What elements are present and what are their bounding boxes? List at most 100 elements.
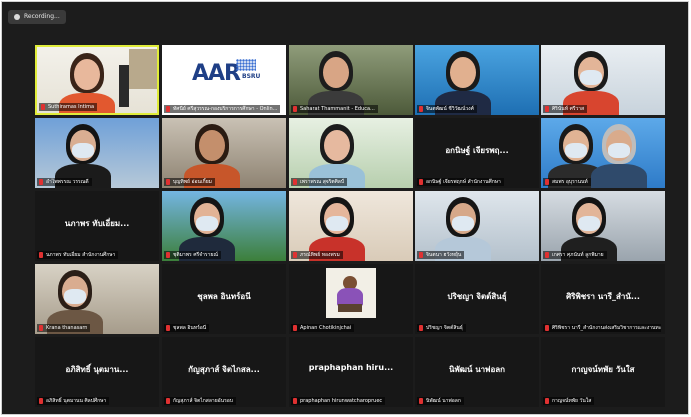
participant-name-label: ทัศนีย์ ศรีสุวรรณ-กองบริการการศึกษา - On…	[164, 105, 281, 113]
participant-name-label: Saharat Thammanit - Educa...	[291, 105, 378, 113]
participant-name: ปริชญา จิตต์สินธุ์	[426, 325, 463, 331]
participant-name: นิพัฒน์ นาพ่อลก	[426, 398, 461, 404]
mic-muted-icon	[39, 252, 43, 258]
participant-name-label: เกศรา ศุภนันท์ ลูกพิมาย	[543, 251, 607, 259]
participant-tile[interactable]: เกศรา ศุภนันท์ ลูกพิมาย	[541, 191, 665, 261]
participant-name: ศิริพิชรา นารี_สำนักงานส่งเสริมวิชาการแล…	[552, 325, 661, 331]
participant-name: บุญทิพย์ อ่อนเกิ้ยม	[173, 179, 212, 185]
participant-name: ชุติมาพร ศรีจำรายณ์	[173, 252, 218, 258]
mic-muted-icon	[166, 325, 170, 331]
mic-muted-icon	[545, 325, 549, 331]
participant-tile[interactable]: Krana thanasarn	[35, 264, 159, 334]
participant-name-label: อำไพพรรณ วรรณดี	[37, 178, 92, 186]
mic-muted-icon	[545, 252, 549, 258]
participant-display-name: ศิริพิชรา นารี_สำนั...	[566, 292, 640, 301]
mic-muted-icon	[41, 104, 45, 110]
mic-muted-icon	[293, 325, 297, 331]
profile-photo	[326, 268, 376, 318]
zoom-meeting-window: Recording... Suthiramas Intima AAR BSRU ทัศ…	[1, 1, 689, 415]
mic-muted-icon	[293, 398, 297, 404]
participant-name-label: อกนิษฐ์ เจียรพฤกษ์ สำนักงานศึกษา	[417, 178, 504, 186]
participant-tile[interactable]: กาญจน์ทพัย วันใส กาญจน์ทพัย วันใส	[541, 337, 665, 407]
participant-name-label: อภิสิทธิ์ นุตมานน ศิลปศึกษา	[37, 397, 110, 405]
mic-muted-icon	[419, 325, 423, 331]
participant-tile[interactable]: Saharat Thammanit - Educa...	[289, 45, 413, 115]
participant-gallery: Suthiramas Intima AAR BSRU ทัศนีย์ ศรีสุวรร…	[2, 2, 688, 414]
participant-display-name: praphaphan hiru...	[308, 363, 394, 372]
participant-name-label: ภรณ์ทิพย์ ทองพรม	[291, 251, 343, 259]
participant-tile[interactable]: จินตพัฒน์ ชีวิวัฒน์วงศ์	[415, 45, 539, 115]
participant-display-name: นภาพร ทับเอี่ยม...	[64, 219, 130, 228]
mic-muted-icon	[166, 252, 170, 258]
participant-name-label: บุญทิพย์ อ่อนเกิ้ยม	[164, 178, 215, 186]
participant-tile[interactable]: AAR BSRU ทัศนีย์ ศรีสุวรรณ-กองบริการการศึก…	[162, 45, 286, 115]
mic-muted-icon	[293, 179, 297, 185]
coat	[119, 65, 129, 107]
mic-muted-icon	[166, 179, 170, 185]
participant-name-label: จินตพัฒน์ ชีวิวัฒน์วงศ์	[417, 105, 477, 113]
participant-name-label: ศิริพิชรา นารี_สำนักงานส่งเสริมวิชาการแล…	[543, 324, 661, 332]
participant-display-name: นิพัฒน์ นาพ่อลก	[448, 365, 505, 374]
participant-tile[interactable]: ศิรินันท์ ศรีวาส	[541, 45, 665, 115]
participant-name: ภรณ์ทิพย์ ทองพรม	[300, 252, 340, 258]
participant-tile[interactable]: Apinan Chotikinjchai	[289, 264, 413, 334]
mic-muted-icon	[545, 106, 549, 112]
participant-name: อภิสิทธิ์ นุตมานน ศิลปศึกษา	[46, 398, 107, 404]
participant-tile[interactable]: อภิสิทธิ์ นุตมาน... อภิสิทธิ์ นุตมานน ศิล…	[35, 337, 159, 407]
logo-dots-icon	[236, 59, 256, 71]
participant-name: กัญสุภาส์ จิตไกสลายอันรอบ	[173, 398, 233, 404]
participant-tile[interactable]: บุญทิพย์ อ่อนเกิ้ยม	[162, 118, 286, 188]
participant-tile[interactable]: ภรณ์ทิพย์ ทองพรม	[289, 191, 413, 261]
participant-name: สมพร อุบุรานนท์	[552, 179, 588, 185]
mic-muted-icon	[293, 252, 297, 258]
participant-name-label: กาญจน์ทพัย วันใส	[543, 397, 595, 405]
participant-name-label: ชุติมาพร ศรีจำรายณ์	[164, 251, 221, 259]
participant-name: กาญจน์ทพัย วันใส	[552, 398, 592, 404]
participant-name-label: Krana thanasarn	[37, 324, 91, 332]
aar-logo-text: AAR	[192, 61, 241, 86]
participant-tile[interactable]: สมพร อุบุรานนท์	[541, 118, 665, 188]
participant-name-label: ปริชญา จิตต์สินธุ์	[417, 324, 466, 332]
participant-name: เกศรา ศุภนันท์ ลูกพิมาย	[552, 252, 604, 258]
participant-name: ชุลพล อินทร์อนี	[173, 325, 207, 331]
participant-tile[interactable]: praphaphan hiru... praphaphan hirunwatcha…	[289, 337, 413, 407]
participant-tile[interactable]: นภาพร ทับเอี่ยม... นภาพร ทับเอี่ยม สำนักง…	[35, 191, 159, 261]
mic-muted-icon	[419, 106, 423, 112]
participant-tile[interactable]: ชุติมาพร ศรีจำรายณ์	[162, 191, 286, 261]
participant-name-label: ชุลพล อินทร์อนี	[164, 324, 210, 332]
participant-display-name: ปริชญา จิตต์สินธุ์	[447, 292, 507, 301]
participant-display-name: อภิสิทธิ์ นุตมาน...	[65, 365, 129, 374]
mic-muted-icon	[419, 398, 423, 404]
participant-name: ศิรินันท์ ศรีวาส	[552, 106, 585, 112]
participant-name: Suthiramas Intima	[48, 104, 95, 110]
mic-muted-icon	[419, 179, 423, 185]
participant-tile[interactable]: อำไพพรรณ วรรณดี	[35, 118, 159, 188]
participant-name: Krana thanasarn	[46, 325, 88, 331]
participant-name-label: ศิรินันท์ ศรีวาส	[543, 105, 588, 113]
participant-tile[interactable]: ปริชญา จิตต์สินธุ์ ปริชญา จิตต์สินธุ์	[415, 264, 539, 334]
mic-muted-icon	[39, 398, 43, 404]
participant-name: จินตนา ฮวังหยุ้น	[426, 252, 462, 258]
mic-muted-icon	[293, 106, 297, 112]
mic-muted-icon	[39, 325, 43, 331]
participant-name-label: Suthiramas Intima	[39, 103, 98, 111]
participant-name: อำไพพรรณ วรรณดี	[46, 179, 89, 185]
participant-name-label: นภาพร ทับเอี่ยม สำนักงานศึกษา	[37, 251, 119, 259]
participant-name-label: เพราพรณ สุจริตศิลป์	[291, 178, 348, 186]
participant-tile[interactable]: จินตนา ฮวังหยุ้น	[415, 191, 539, 261]
participant-tile[interactable]: อกนิษฐ์ เจียรพฤ... อกนิษฐ์ เจียรพฤกษ์ สำน…	[415, 118, 539, 188]
mic-muted-icon	[166, 398, 170, 404]
participant-tile[interactable]: กัญสุภาส์ จิตไกสล... กัญสุภาส์ จิตไกสลายอ…	[162, 337, 286, 407]
participant-tile[interactable]: Suthiramas Intima	[35, 45, 159, 115]
mic-muted-icon	[545, 398, 549, 404]
participant-display-name: ชุลพล อินทร์อนี	[197, 292, 251, 301]
participant-tile[interactable]: ชุลพล อินทร์อนี ชุลพล อินทร์อนี	[162, 264, 286, 334]
participant-tile[interactable]: เพราพรณ สุจริตศิลป์	[289, 118, 413, 188]
participant-tile[interactable]: ศิริพิชรา นารี_สำนั... ศิริพิชรา นารี_สำน…	[541, 264, 665, 334]
participant-name: ทัศนีย์ ศรีสุวรรณ-กองบริการการศึกษา - On…	[173, 106, 278, 112]
participant-tile[interactable]: นิพัฒน์ นาพ่อลก นิพัฒน์ นาพ่อลก	[415, 337, 539, 407]
participant-name: อกนิษฐ์ เจียรพฤกษ์ สำนักงานศึกษา	[426, 179, 501, 185]
mic-muted-icon	[545, 179, 549, 185]
participant-name: Apinan Chotikinjchai	[300, 325, 352, 331]
bookshelf	[129, 49, 157, 89]
